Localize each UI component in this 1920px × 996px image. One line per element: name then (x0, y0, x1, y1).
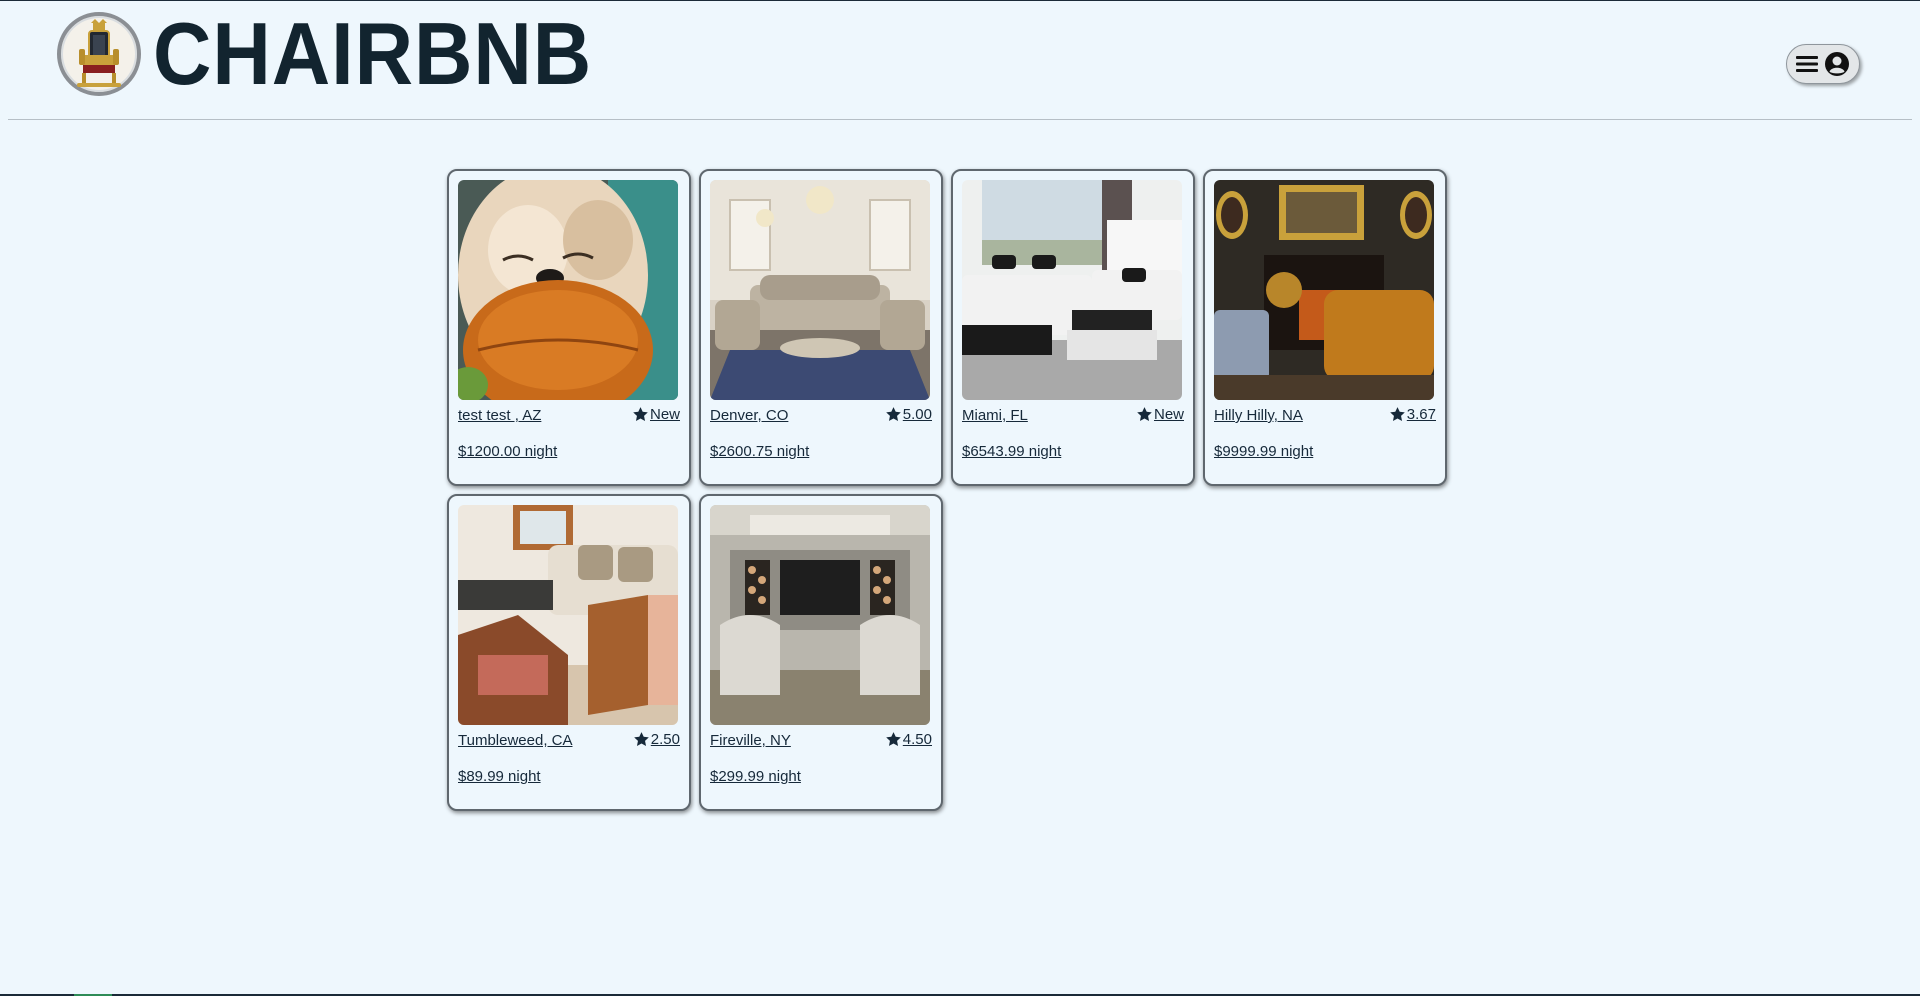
rating-value: 5.00 (902, 406, 932, 423)
victorian-parlor-photo[interactable] (1214, 180, 1434, 400)
throne-chair-icon (57, 12, 141, 96)
star-icon (634, 732, 649, 746)
home-link[interactable]: CHAIRBNB (57, 10, 630, 98)
listing-card[interactable]: Miami, FL New $6543.99 night (951, 169, 1195, 486)
listing-card[interactable]: test test , AZ New $1200.00 night (447, 169, 691, 486)
listing-location[interactable]: test test , AZ (458, 407, 541, 424)
listing-card[interactable]: Denver, CO 5.00 $2600.75 night (699, 169, 943, 486)
rating-value: 3.67 (1406, 406, 1436, 423)
profile-menu-button[interactable] (1786, 44, 1860, 84)
rating-value: New (649, 406, 680, 423)
dog-with-toy-photo[interactable] (458, 180, 678, 400)
listing-location[interactable]: Tumbleweed, CA (458, 732, 573, 749)
star-icon (886, 407, 901, 421)
star-icon (1137, 407, 1152, 421)
page: CHAIRBNB test test , AZ New $1200.00 nig… (0, 0, 1920, 996)
user-circle-icon (1825, 52, 1849, 76)
brand-name: CHAIRBNB (153, 4, 593, 103)
listing-price[interactable]: $2600.75 night (710, 443, 809, 460)
listing-rating[interactable]: New (1136, 406, 1184, 423)
listing-rating[interactable]: 4.50 (885, 731, 932, 748)
listing-card[interactable]: Fireville, NY 4.50 $299.99 night (699, 494, 943, 811)
hamburger-menu-icon (1796, 56, 1818, 72)
listing-card[interactable]: Hilly Hilly, NA 3.67 $9999.99 night (1203, 169, 1447, 486)
header: CHAIRBNB (0, 1, 1920, 121)
rating-value: New (1153, 406, 1184, 423)
listing-price[interactable]: $1200.00 night (458, 443, 557, 460)
listing-rating[interactable]: 2.50 (633, 731, 680, 748)
star-icon (633, 407, 648, 421)
star-icon (886, 732, 901, 746)
white-sectional-sofa-photo[interactable] (962, 180, 1182, 400)
cane-chairs-living-room-photo[interactable] (458, 505, 678, 725)
rating-value: 4.50 (902, 731, 932, 748)
star-icon (1390, 407, 1405, 421)
listings-grid: test test , AZ New $1200.00 night Denver… (447, 169, 1447, 811)
listing-card[interactable]: Tumbleweed, CA 2.50 $89.99 night (447, 494, 691, 811)
listing-price[interactable]: $6543.99 night (962, 443, 1061, 460)
header-divider (8, 119, 1912, 120)
listing-rating[interactable]: New (632, 406, 680, 423)
listing-price[interactable]: $9999.99 night (1214, 443, 1313, 460)
listing-location[interactable]: Fireville, NY (710, 732, 791, 749)
rating-value: 2.50 (650, 731, 680, 748)
listing-price[interactable]: $299.99 night (710, 768, 801, 785)
listing-location[interactable]: Miami, FL (962, 407, 1028, 424)
listing-price[interactable]: $89.99 night (458, 768, 541, 785)
listing-location[interactable]: Hilly Hilly, NA (1214, 407, 1303, 424)
listing-location[interactable]: Denver, CO (710, 407, 788, 424)
listing-rating[interactable]: 5.00 (885, 406, 932, 423)
fireplace-armchairs-photo[interactable] (710, 505, 930, 725)
ornate-living-room-photo[interactable] (710, 180, 930, 400)
listing-rating[interactable]: 3.67 (1389, 406, 1436, 423)
